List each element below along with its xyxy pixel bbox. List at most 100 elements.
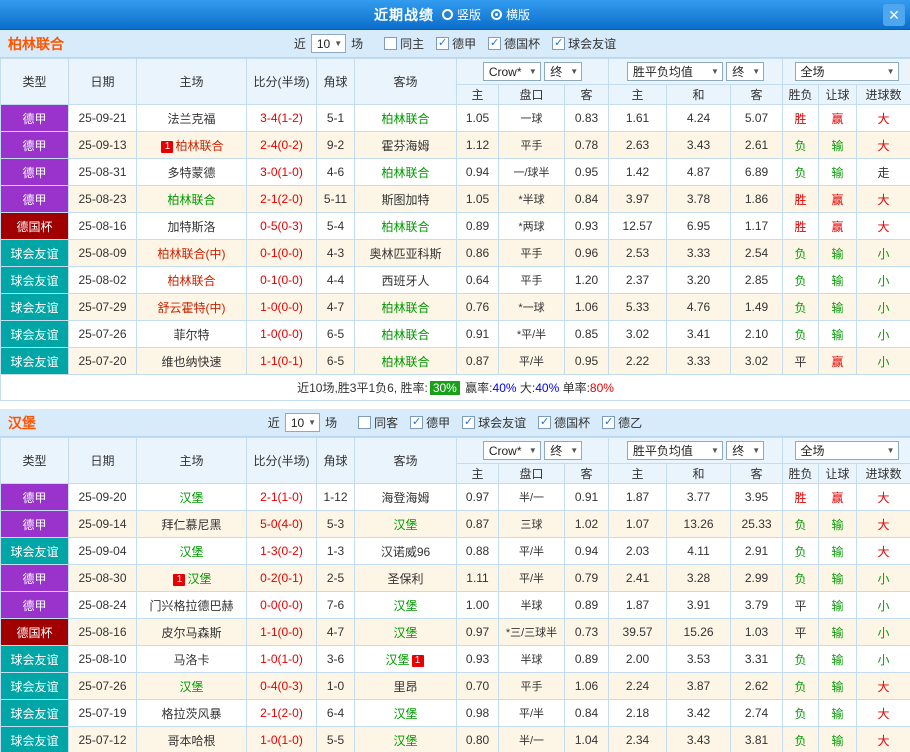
score-link[interactable]: 2-4(0-2) xyxy=(260,138,303,152)
filter-checkbox[interactable]: ✓ 球会友谊 xyxy=(462,414,526,431)
score-link[interactable]: 2-1(2-0) xyxy=(260,192,303,206)
team-link[interactable]: 汉堡 xyxy=(393,707,417,721)
team-link[interactable]: 汉堡 xyxy=(187,572,211,586)
team-link[interactable]: 汉堡 xyxy=(393,626,417,640)
score-link[interactable]: 1-3(0-2) xyxy=(260,544,303,558)
score-cell: 0-2(0-1) xyxy=(246,564,317,592)
score-link[interactable]: 0-1(0-0) xyxy=(260,273,303,287)
europe-avg-select[interactable]: 胜平负均值 ▼ xyxy=(626,441,723,460)
score-link[interactable]: 3-4(1-2) xyxy=(260,111,303,125)
team-link[interactable]: 西班牙人 xyxy=(381,274,429,288)
handicap-cell: 平手 xyxy=(498,131,565,159)
score-link[interactable]: 0-2(0-1) xyxy=(260,571,303,585)
filter-checkbox[interactable]: 同主 xyxy=(384,35,424,52)
score-link[interactable]: 2-1(2-0) xyxy=(260,706,303,720)
team-link[interactable]: 汉堡 xyxy=(179,545,203,559)
team-link[interactable]: 门兴格拉德巴赫 xyxy=(149,599,233,613)
team-link[interactable]: 汉诺威96 xyxy=(381,545,430,559)
team-link[interactable]: 皮尔马森斯 xyxy=(161,626,221,640)
team-link[interactable]: 柏林联合(中) xyxy=(158,247,226,261)
team-name[interactable]: 柏林联合 xyxy=(8,34,64,54)
team-link[interactable]: 里昂 xyxy=(393,680,417,694)
filter-checkbox[interactable]: ✓ 德国杯 xyxy=(488,35,540,52)
team-link[interactable]: 柏林联合 xyxy=(381,328,429,342)
league-cell: 德甲 xyxy=(0,483,69,511)
team-link[interactable]: 柏林联合 xyxy=(381,112,429,126)
match-count-select[interactable]: 10 ▼ xyxy=(310,34,347,53)
europe-avg-select[interactable]: 胜平负均值 ▼ xyxy=(626,62,723,81)
score-link[interactable]: 0-4(0-3) xyxy=(260,679,303,693)
check-icon: ✓ xyxy=(540,416,550,428)
europe-draw-odds-cell: 3.41 xyxy=(666,320,732,348)
team-link[interactable]: 汉堡 xyxy=(393,518,417,532)
score-link[interactable]: 0-0(0-0) xyxy=(260,598,303,612)
team-name[interactable]: 汉堡 xyxy=(8,413,36,433)
section-divider xyxy=(0,401,910,409)
team-link[interactable]: 斯图加特 xyxy=(381,193,429,207)
team-link[interactable]: 法兰克福 xyxy=(167,112,215,126)
final-odds-select[interactable]: 终 ▼ xyxy=(726,62,765,81)
team-link[interactable]: 哥本哈根 xyxy=(167,734,215,748)
final-odds-select[interactable]: 终 ▼ xyxy=(726,441,765,460)
filter-checkbox[interactable]: ✓ 德国杯 xyxy=(538,414,590,431)
close-icon[interactable]: ✕ xyxy=(883,4,905,26)
team-link[interactable]: 柏林联合 xyxy=(175,139,223,153)
team-link[interactable]: 菲尔特 xyxy=(173,328,209,342)
team-link[interactable]: 霍芬海姆 xyxy=(381,139,429,153)
team-link[interactable]: 柏林联合 xyxy=(381,220,429,234)
score-link[interactable]: 3-0(1-0) xyxy=(260,165,303,179)
filter-checkbox[interactable]: 同客 xyxy=(358,414,398,431)
bookmaker-select[interactable]: Crow* ▼ xyxy=(482,62,541,81)
scope-select[interactable]: 全场 ▼ xyxy=(794,441,899,460)
team-link[interactable]: 柏林联合 xyxy=(167,193,215,207)
match-row: 德国杯 25-08-16 皮尔马森斯 1-1(0-0) 4-7 汉堡 0.97 *三/三球半 0… xyxy=(0,618,910,646)
team-link[interactable]: 圣保利 xyxy=(387,572,423,586)
team-link[interactable]: 柏林联合 xyxy=(381,301,429,315)
team-link[interactable]: 马洛卡 xyxy=(173,653,209,667)
europe-away-odds-cell: 3.95 xyxy=(730,483,784,511)
radio-vertical[interactable] xyxy=(441,9,453,20)
score-link[interactable]: 1-1(0-0) xyxy=(260,625,303,639)
team-link[interactable]: 舒云霍特(中) xyxy=(158,301,226,315)
team-link[interactable]: 柏林联合 xyxy=(381,355,429,369)
team-link[interactable]: 柏林联合 xyxy=(381,166,429,180)
away-team-cell: 汉堡 1 xyxy=(354,645,457,673)
team-link[interactable]: 汉堡 xyxy=(393,599,417,613)
score-link[interactable]: 1-0(1-0) xyxy=(260,733,303,747)
team-link[interactable]: 汉堡 xyxy=(393,734,417,748)
team-link[interactable]: 多特蒙德 xyxy=(167,166,215,180)
filter-checkbox[interactable]: ✓ 德甲 xyxy=(410,414,450,431)
score-link[interactable]: 1-1(0-1) xyxy=(260,354,303,368)
team-link[interactable]: 加特斯洛 xyxy=(167,220,215,234)
radio-horizontal[interactable] xyxy=(491,9,502,20)
final-odds-select[interactable]: 终 ▼ xyxy=(544,62,583,81)
score-link[interactable]: 2-1(1-0) xyxy=(260,490,303,504)
bookmaker-select[interactable]: Crow* ▼ xyxy=(482,441,541,460)
team-link[interactable]: 格拉茨风暴 xyxy=(161,707,221,721)
filter-checkbox[interactable]: ✓ 德甲 xyxy=(436,35,476,52)
team-link[interactable]: 柏林联合 xyxy=(167,274,215,288)
scope-select[interactable]: 全场 ▼ xyxy=(794,62,899,81)
match-count-select[interactable]: 10 ▼ xyxy=(284,413,321,432)
summary-label: 赢率: xyxy=(461,381,493,395)
league-cell: 德国杯 xyxy=(0,618,69,646)
final-odds-select[interactable]: 终 ▼ xyxy=(544,441,583,460)
score-link[interactable]: 1-0(1-0) xyxy=(260,652,303,666)
team-link[interactable]: 汉堡 xyxy=(179,491,203,505)
team-link[interactable]: 海登海姆 xyxy=(381,491,429,505)
team-link[interactable]: 奥林匹亚科斯 xyxy=(369,247,441,261)
team-link[interactable]: 拜仁慕尼黑 xyxy=(161,518,221,532)
europe-draw-odds-cell: 3.20 xyxy=(666,266,732,294)
score-link[interactable]: 0-1(0-0) xyxy=(260,246,303,260)
score-link[interactable]: 1-0(0-0) xyxy=(260,327,303,341)
filter-checkbox[interactable]: ✓ 德乙 xyxy=(602,414,642,431)
team-link[interactable]: 汉堡 xyxy=(385,653,409,667)
filter-checkbox[interactable]: ✓ 球会友谊 xyxy=(552,35,616,52)
team-link[interactable]: 汉堡 xyxy=(179,680,203,694)
score-link[interactable]: 5-0(4-0) xyxy=(260,517,303,531)
team-link[interactable]: 维也纳快速 xyxy=(161,355,221,369)
asian-away-odds-cell: 0.94 xyxy=(563,537,610,565)
europe-home-odds-cell: 3.97 xyxy=(608,185,668,213)
score-link[interactable]: 0-5(0-3) xyxy=(260,219,303,233)
score-link[interactable]: 1-0(0-0) xyxy=(260,300,303,314)
